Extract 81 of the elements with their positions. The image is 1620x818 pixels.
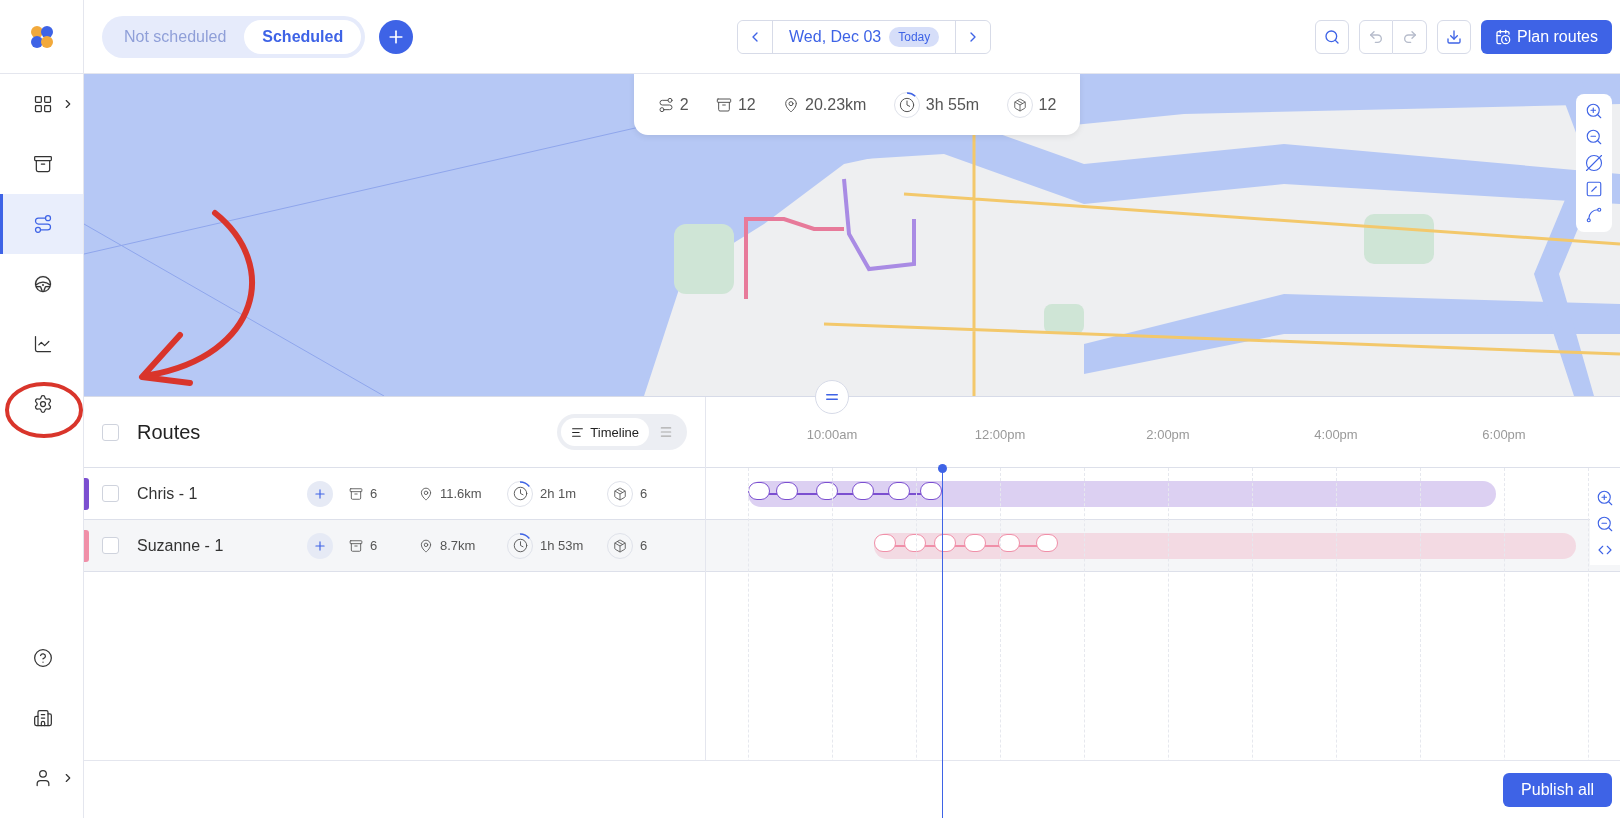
stop-marker[interactable]: [852, 482, 874, 500]
panel-title: Routes: [137, 420, 201, 444]
settings-icon: [33, 394, 53, 414]
stop-marker[interactable]: [964, 534, 986, 552]
slashed-circle-button[interactable]: [1583, 152, 1605, 174]
logo-icon[interactable]: [29, 24, 54, 49]
download-icon: [1446, 28, 1463, 45]
timeline-view-button[interactable]: Timeline: [561, 418, 649, 446]
archive-icon: [349, 538, 363, 553]
route-checkbox[interactable]: [102, 537, 119, 554]
archive-icon: [349, 486, 363, 501]
duration-value: 3h 55m: [925, 95, 980, 114]
distance-value: 11.6km: [440, 486, 482, 501]
add-stop-button[interactable]: [307, 480, 333, 507]
search-button[interactable]: [1315, 19, 1350, 54]
slashed-circle-icon: [1585, 154, 1603, 172]
stop-marker[interactable]: [776, 482, 798, 500]
list-icon: [659, 425, 673, 439]
capacity-value: 12: [1038, 95, 1057, 114]
sidebar-item[interactable]: [0, 194, 83, 254]
stop-marker[interactable]: [904, 534, 926, 552]
time-label: 6:00pm: [1482, 427, 1526, 442]
curve-icon: [1585, 206, 1603, 224]
time-label: 4:00pm: [1314, 427, 1358, 442]
map-pin-icon: [419, 538, 433, 553]
duration-value: 2h 1m: [540, 486, 577, 501]
resize-handle[interactable]: [815, 380, 849, 414]
capacity-value: 6: [640, 538, 648, 553]
redo-icon: [1401, 28, 1418, 45]
stop-marker[interactable]: [748, 482, 770, 500]
date-label: Wed, Dec 03: [789, 27, 882, 46]
stop-count: 12: [737, 95, 756, 114]
stop-marker[interactable]: [816, 482, 838, 500]
add-stop-button[interactable]: [307, 532, 333, 559]
distance-value: 20.23km: [805, 95, 867, 114]
undo-icon: [1368, 28, 1385, 45]
route-icon: [33, 214, 53, 234]
map-pin-icon: [783, 96, 800, 113]
stop-marker[interactable]: [998, 534, 1020, 552]
route-icon: [657, 96, 674, 113]
add-button[interactable]: [379, 19, 414, 54]
stop-marker[interactable]: [888, 482, 910, 500]
distance-value: 8.7km: [440, 538, 476, 553]
map-pin-icon: [419, 486, 433, 501]
line-chart-icon: [33, 334, 53, 354]
select-all-checkbox[interactable]: [102, 423, 119, 441]
route-name: Chris - 1: [137, 484, 199, 503]
zoom-in-icon: [1596, 489, 1614, 507]
capacity-value: 6: [640, 486, 648, 501]
route-checkbox[interactable]: [102, 485, 119, 502]
time-label: 2:00pm: [1146, 427, 1190, 442]
timeline-icon: [571, 425, 585, 439]
time-label: 10:00am: [806, 427, 858, 442]
help-icon: [33, 648, 53, 668]
calendar-clock-icon: [1495, 28, 1512, 45]
zoom-out-icon: [1585, 128, 1603, 146]
route-count: 2: [679, 95, 689, 114]
steering-wheel-icon: [33, 274, 53, 294]
download-button[interactable]: [1437, 19, 1472, 54]
plan-routes-button[interactable]: Plan routes: [1481, 19, 1612, 54]
zoom-in-icon: [1585, 102, 1603, 120]
stop-marker[interactable]: [1036, 534, 1058, 552]
tab[interactable]: Scheduled: [244, 19, 362, 54]
stop-marker[interactable]: [874, 534, 896, 552]
search-icon: [1324, 28, 1341, 45]
stop-marker[interactable]: [920, 482, 942, 500]
grid-icon: [33, 94, 53, 114]
today-badge: Today: [889, 26, 940, 47]
stop-count: 6: [370, 486, 378, 501]
archive-icon: [715, 96, 732, 113]
stop-count: 6: [370, 538, 378, 553]
duration-value: 1h 53m: [540, 538, 584, 553]
zoom-out-icon: [1596, 515, 1614, 533]
time-label: 12:00pm: [974, 427, 1026, 442]
stop-marker[interactable]: [934, 534, 956, 552]
slashed-square-icon: [1585, 180, 1603, 198]
route-timeline-bar[interactable]: [748, 481, 1496, 507]
buildings-icon: [33, 708, 53, 728]
publish-all-button[interactable]: Publish all: [1503, 772, 1612, 807]
archive-icon: [33, 154, 53, 174]
route-name: Suzanne - 1: [137, 536, 225, 555]
